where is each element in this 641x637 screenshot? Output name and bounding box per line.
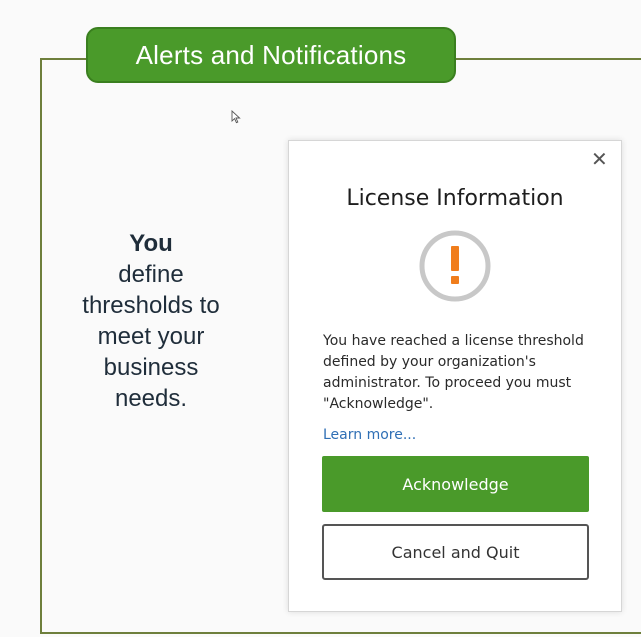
tagline-line: needs. xyxy=(114,385,188,412)
slide: Alerts and Notifications You define thre… xyxy=(0,0,641,637)
tagline-line: define xyxy=(118,261,184,288)
cancel-and-quit-button[interactable]: Cancel and Quit xyxy=(322,524,589,580)
learn-more-link[interactable]: Learn more... xyxy=(323,427,416,443)
acknowledge-button[interactable]: Acknowledge xyxy=(322,456,589,512)
threshold-tagline: You define thresholds to meet your busin… xyxy=(60,228,242,414)
dialog-title: License Information xyxy=(346,186,564,211)
section-title: Alerts and Notifications xyxy=(86,27,456,83)
tagline-emphasis: You xyxy=(129,230,173,257)
license-dialog: ✕ License Information You have reached a… xyxy=(288,140,622,612)
dialog-message: You have reached a license threshold def… xyxy=(323,333,584,412)
mouse-pointer-icon xyxy=(231,110,241,124)
exclamation-warning-icon xyxy=(419,230,491,302)
tagline-line: meet your xyxy=(97,323,205,350)
tagline-line: thresholds to xyxy=(82,292,220,319)
tagline-line: business xyxy=(103,354,199,381)
close-icon[interactable]: ✕ xyxy=(591,149,608,169)
